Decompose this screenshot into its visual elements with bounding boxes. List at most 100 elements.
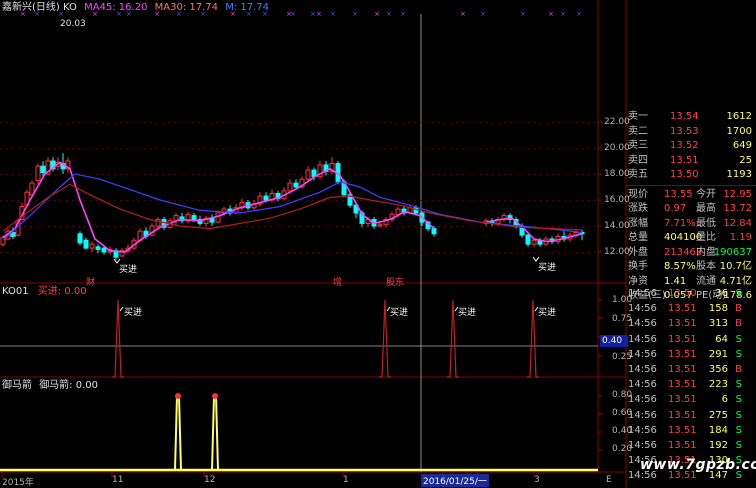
trade-time: 14:56 [628, 348, 657, 360]
grid-dot [66, 174, 68, 175]
grid-dot [330, 200, 332, 201]
grid-dot [414, 122, 416, 123]
grid-dot [264, 252, 266, 253]
grid-dot [0, 252, 2, 253]
grid-dot [54, 226, 56, 227]
grid-dot [252, 148, 254, 149]
grid-dot [456, 226, 458, 227]
grid-dot [420, 122, 422, 123]
ask-volume: 1612 [726, 111, 752, 122]
stat-value: 7.71% [664, 217, 696, 229]
grid-dot [474, 148, 476, 149]
grid-dot [150, 148, 152, 149]
grid-dot [126, 200, 128, 201]
signal-x-mark: × [352, 10, 358, 18]
grid-dot [312, 148, 314, 149]
grid-dot [102, 226, 104, 227]
grid-dot [360, 174, 362, 175]
grid-dot [474, 252, 476, 253]
grid-dot [540, 148, 542, 149]
trade-price: 13.51 [668, 424, 697, 436]
trade-price: 13.51 [668, 363, 697, 375]
grid-dot [60, 200, 62, 201]
candle-body [305, 169, 311, 180]
grid-dot [558, 200, 560, 201]
grid-dot [42, 148, 44, 149]
grid-dot [570, 200, 572, 201]
grid-dot [36, 200, 38, 201]
trade-volume: 158 [708, 303, 728, 315]
ko01-current-value: 0.40 [600, 335, 628, 347]
trade-side: S [735, 424, 742, 436]
grid-dot [126, 148, 128, 149]
trade-price: 13.51 [668, 379, 697, 391]
grid-dot [564, 122, 566, 123]
trade-side: S [735, 394, 742, 406]
grid-dot [270, 226, 272, 227]
grid-dot [282, 122, 284, 123]
grid-dot [288, 148, 290, 149]
grid-dot [450, 200, 452, 201]
grid-dot [222, 174, 224, 175]
grid-dot [558, 226, 560, 227]
grid-dot [342, 174, 344, 175]
trade-volume: 313 [708, 318, 728, 330]
grid-dot [468, 252, 470, 253]
grid-dot [120, 226, 122, 227]
grid-dot [396, 200, 398, 201]
trade-time: 14:56 [628, 303, 657, 315]
trade-time: 14:56 [628, 409, 657, 421]
grid-dot [498, 174, 500, 175]
grid-dot [540, 174, 542, 175]
trade-row: 14:56 13.51 275 S [626, 408, 756, 423]
grid-dot [186, 148, 188, 149]
ask-row: 卖二 13.53 1700 [626, 125, 756, 140]
grid-dot [594, 174, 596, 175]
grid-dot [294, 252, 296, 253]
candle-body [293, 182, 299, 188]
trade-row: 14:56 13.50 36 S [626, 286, 756, 301]
ask-volume: 649 [732, 140, 752, 151]
grid-dot [324, 148, 326, 149]
candle-body [77, 233, 83, 244]
candle-body [95, 246, 101, 250]
grid-dot [504, 174, 506, 175]
grid-dot [558, 174, 560, 175]
grid-dot [534, 200, 536, 201]
grid-dot [24, 148, 26, 149]
grid-dot [486, 148, 488, 149]
grid-dot [54, 174, 56, 175]
grid-dot [240, 174, 242, 175]
grid-dot [228, 148, 230, 149]
grid-dot [384, 174, 386, 175]
grid-dot [594, 122, 596, 123]
grid-dot [570, 226, 572, 227]
grid-dot [48, 148, 50, 149]
signal-x-mark: × [374, 10, 380, 18]
grid-dot [186, 174, 188, 175]
grid-dot [84, 122, 86, 123]
grid-dot [234, 200, 236, 201]
grid-dot [384, 252, 386, 253]
grid-dot [48, 200, 50, 201]
grid-dot [528, 148, 530, 149]
grid-dot [78, 122, 80, 123]
trade-row: 14:56 13.51 6 S [626, 392, 756, 407]
grid-dot [168, 200, 170, 201]
trade-price: 13.51 [668, 348, 697, 360]
grid-dot [426, 148, 428, 149]
ask-label: 卖二 [628, 125, 648, 137]
tick-trade-list[interactable]: 14:56 13.50 36 S 14:56 13.51 158 B 14:56 13.51 313… [626, 286, 756, 483]
grid-dot [534, 148, 536, 149]
grid-dot [354, 174, 356, 175]
grid-dot [348, 226, 350, 227]
grid-dot [306, 226, 308, 227]
event-marker-zeng: 增 [333, 278, 343, 288]
grid-dot [528, 122, 530, 123]
grid-dot [570, 148, 572, 149]
stat-value: 10.7亿 [719, 261, 752, 272]
grid-dot [450, 226, 452, 227]
grid-dot [132, 226, 134, 227]
grid-dot [378, 200, 380, 201]
grid-dot [96, 122, 98, 123]
